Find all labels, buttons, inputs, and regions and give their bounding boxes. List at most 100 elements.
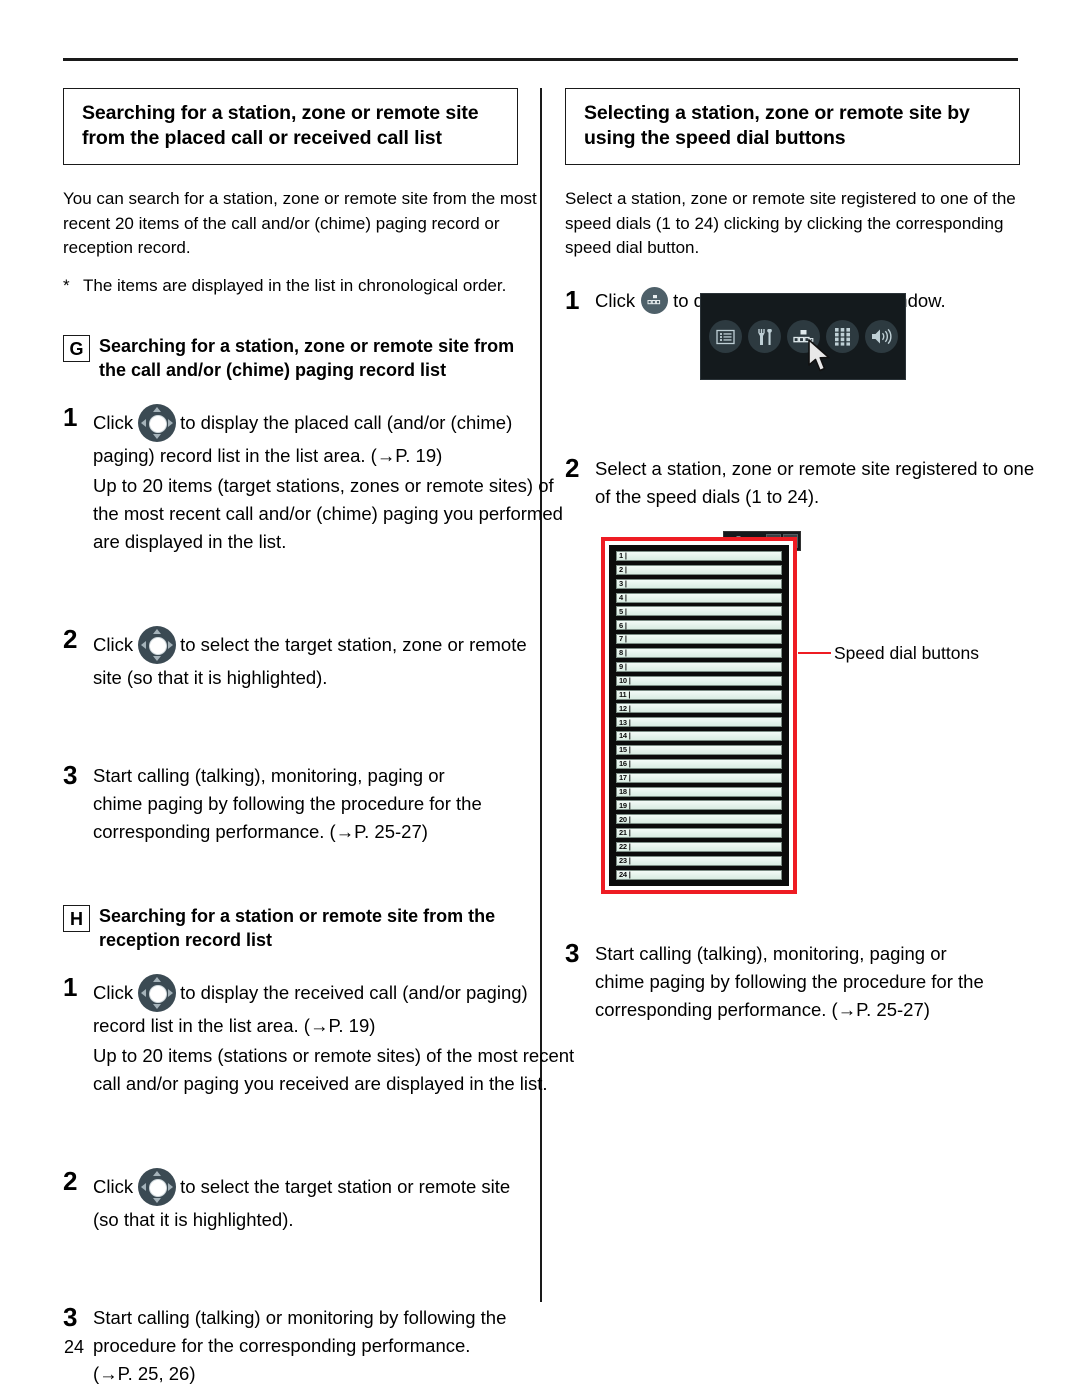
speed-dial-button-separator: |	[628, 731, 631, 741]
dpad-right-arrow-icon	[168, 989, 174, 997]
list-icon[interactable]	[708, 320, 742, 353]
step-line-1: Start calling (talking), monitoring, pag…	[93, 765, 445, 786]
speed-dial-button-separator: |	[624, 551, 627, 561]
tools-icon[interactable]	[747, 320, 781, 353]
speed-dial-button-number: 17	[619, 773, 627, 782]
speed-dial-button-separator: |	[628, 773, 631, 782]
subsection-h-heading-text: Searching for a station or remote site f…	[99, 904, 495, 952]
subsection-g-step-2: 2 Click to select the target station, zo…	[63, 624, 527, 692]
speed-dial-icon[interactable]	[641, 287, 669, 314]
step-line-1: Start calling (talking) or monitoring by…	[93, 1307, 507, 1328]
dpad-left-arrow-icon	[141, 1183, 147, 1191]
callout-label: Speed dial buttons	[834, 643, 979, 663]
speed-dial-button[interactable]: 17 |	[616, 772, 782, 783]
step-line-2: (so that it is highlighted).	[93, 1209, 294, 1230]
speed-dial-button[interactable]: 1 |	[616, 551, 782, 561]
note-asterisk: *	[63, 275, 70, 295]
dpad-icon[interactable]	[138, 974, 177, 1012]
dpad-right-arrow-icon	[168, 1183, 174, 1191]
subsection-g-step-1: 1 Click to display the placed call (and/…	[63, 402, 563, 556]
header-rule	[63, 58, 1018, 61]
speed-dial-button[interactable]: 6 |	[616, 620, 782, 631]
speed-dial-button[interactable]: 13 |	[616, 717, 782, 728]
speed-dial-button-number: 23	[619, 856, 627, 866]
speed-dial-button[interactable]: 11 |	[616, 689, 782, 700]
speed-dial-button[interactable]: 20 |	[616, 814, 782, 825]
mouse-pointer-icon	[808, 339, 834, 375]
step-number: 3	[63, 760, 78, 790]
step-subtext: Up to 20 items (stations or remote sites…	[93, 1042, 574, 1098]
speed-dial-button-number: 7	[619, 634, 623, 644]
speed-dial-buttons-list: 1 | 2 | 3 | 4 | 5 | 6 | 7 | 8 | 9 | 10 | 11 | 12 | 13 | 14 | 15 | 16 | 1…	[609, 545, 789, 886]
speed-dial-button[interactable]: 5 |	[616, 606, 782, 617]
left-chronological-note: * The items are displayed in the list in…	[63, 274, 518, 299]
speed-dial-button-number: 22	[619, 842, 627, 852]
speed-dial-button[interactable]: 18 |	[616, 786, 782, 797]
speed-dial-button-number: 10	[619, 675, 627, 685]
speed-dial-button-number: 5	[619, 606, 623, 616]
right-intro-paragraph: Select a station, zone or remote site re…	[565, 187, 1020, 261]
speed-dial-button-number: 16	[619, 759, 627, 769]
dpad-down-arrow-icon	[153, 656, 162, 661]
speed-dial-button-separator: |	[628, 870, 631, 880]
left-intro-paragraph: You can search for a station, zone or re…	[63, 187, 537, 261]
step-subtext: Up to 20 items (target stations, zones o…	[93, 472, 563, 556]
right-section-heading-line-2: using the speed dial buttons	[584, 127, 846, 149]
speed-dial-button[interactable]: 19 |	[616, 800, 782, 811]
step-body: Select a station, zone or remote site re…	[595, 455, 1034, 511]
step-line-3: (→P. 25, 26)	[93, 1363, 196, 1384]
column-divider	[540, 88, 542, 1302]
step-subtext-line-2: the most recent call and/or (chime) pagi…	[93, 503, 563, 524]
right-intro-line-2: speed dials (1 to 24) clicking by clicki…	[565, 213, 1004, 233]
speed-dial-button[interactable]: 7 |	[616, 634, 782, 645]
speed-dial-button[interactable]: 4 |	[616, 592, 782, 603]
speed-dial-buttons-callout: Speed dial buttons	[798, 643, 979, 663]
left-intro-line-2: recent 20 items of the call and/or (chim…	[63, 213, 500, 233]
dpad-icon[interactable]	[138, 1168, 177, 1206]
step-text-before-icon: Click	[595, 289, 636, 311]
speed-dial-button[interactable]: 3 |	[616, 578, 782, 589]
speed-dial-button-number: 13	[619, 717, 627, 727]
dpad-right-arrow-icon	[168, 641, 174, 649]
manual-page: Searching for a station, zone or remote …	[0, 0, 1080, 1397]
dpad-up-arrow-icon	[153, 629, 162, 634]
speed-dial-button[interactable]: 23 |	[616, 855, 782, 866]
speed-dial-button-number: 1	[619, 551, 623, 561]
step-body: Start calling (talking) or monitoring by…	[93, 1304, 518, 1388]
right-column: Selecting a station, zone or remote site…	[565, 88, 1020, 315]
note-text: The items are displayed in the list in c…	[83, 275, 507, 295]
step-number: 2	[565, 453, 580, 483]
speed-dial-button-separator: |	[628, 745, 631, 755]
dpad-icon[interactable]	[138, 626, 177, 664]
dpad-icon[interactable]	[138, 404, 177, 442]
speed-dial-button[interactable]: 9 |	[616, 661, 782, 672]
dpad-down-arrow-icon	[153, 1004, 162, 1009]
step-body: Start calling (talking), monitoring, pag…	[93, 762, 518, 846]
speed-dial-button[interactable]: 14 |	[616, 731, 782, 742]
speed-dial-button-separator: |	[624, 606, 627, 616]
speed-dial-button[interactable]: 16 |	[616, 758, 782, 769]
speed-dial-button[interactable]: 10 |	[616, 675, 782, 686]
step-text-after-icon: to display the received call (and/or pag…	[180, 982, 528, 1003]
dpad-down-arrow-icon	[153, 434, 162, 439]
speed-dial-button-separator: |	[628, 842, 631, 852]
speed-dial-button-number: 24	[619, 870, 627, 880]
dpad-center-hub	[149, 1179, 168, 1197]
speed-dial-button[interactable]: 24 |	[616, 869, 782, 880]
page-number: 24	[64, 1337, 85, 1357]
speed-dial-button[interactable]: 2 |	[616, 564, 782, 575]
speed-dial-button-separator: |	[628, 828, 631, 838]
step-line-3: corresponding performance. (→P. 25-27)	[595, 999, 930, 1020]
speed-dial-button[interactable]: 12 |	[616, 703, 782, 714]
speed-dial-button-separator: |	[624, 648, 627, 658]
speed-dial-button-number: 4	[619, 592, 623, 602]
dpad-right-arrow-icon	[168, 419, 174, 427]
speed-dial-button[interactable]: 22 |	[616, 842, 782, 853]
speaker-icon[interactable]	[864, 320, 898, 353]
subsection-g-heading: G Searching for a station, zone or remot…	[63, 334, 518, 382]
speed-dial-button[interactable]: 15 |	[616, 745, 782, 756]
speed-dial-button[interactable]: 21 |	[616, 828, 782, 839]
speed-dial-button[interactable]: 8 |	[616, 648, 782, 659]
